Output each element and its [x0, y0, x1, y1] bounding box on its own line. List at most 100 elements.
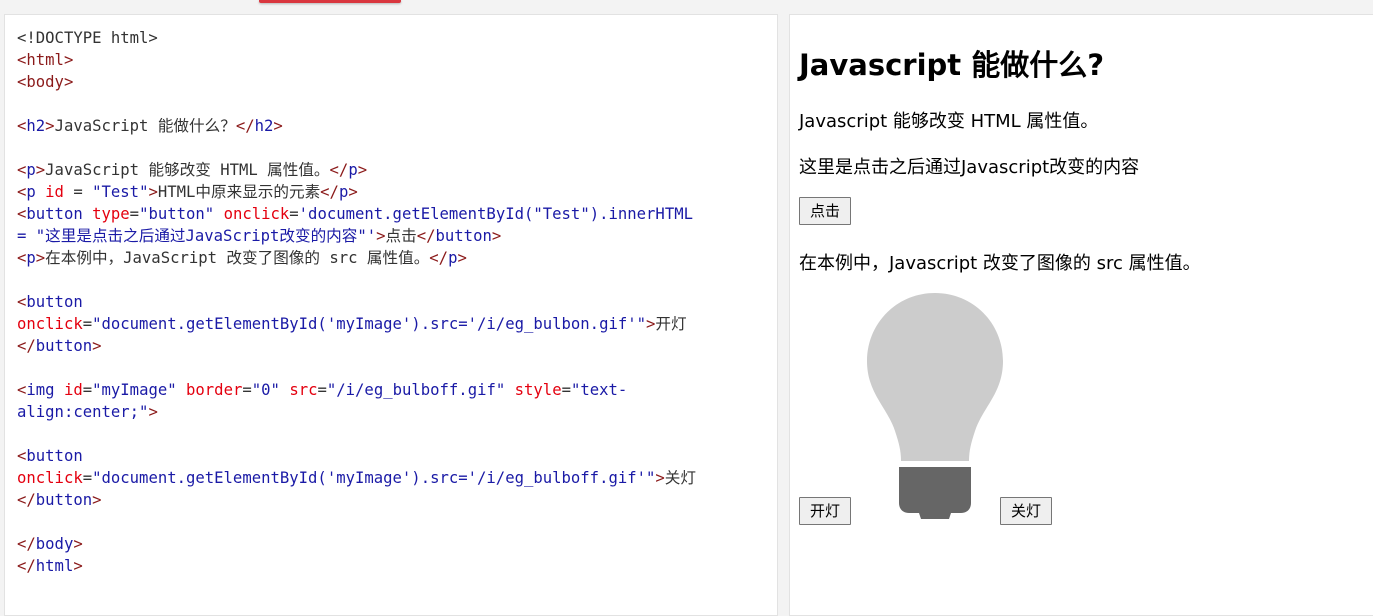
code-token: "0": [251, 381, 290, 399]
result-paragraph-example: 在本例中，Javascript 改变了图像的 src 属性值。: [799, 253, 1201, 274]
code-token: "button": [139, 205, 224, 223]
result-paragraph-attributes: Javascript 能够改变 HTML 属性值。: [799, 111, 1099, 132]
code-token: p: [26, 249, 36, 267]
code-line[interactable]: <img id="myImage" border="0" src="/i/eg_…: [17, 379, 696, 401]
code-token: p: [348, 161, 358, 179]
code-line[interactable]: [17, 511, 696, 533]
click-button[interactable]: 点击: [799, 197, 851, 225]
code-token: <: [17, 249, 27, 267]
code-line[interactable]: </button>: [17, 489, 696, 511]
code-token: </: [329, 161, 349, 179]
code-token: =: [82, 315, 93, 333]
code-token: id: [63, 381, 83, 399]
code-token: 在本例中，JavaScript 改变了图像的 src 属性值。: [45, 249, 430, 267]
code-token: h2: [26, 117, 46, 135]
code-line[interactable]: </body>: [17, 533, 696, 555]
code-token: onclick: [17, 315, 83, 333]
code-token: "document.getElementById('myImage').src=…: [92, 469, 656, 487]
code-line[interactable]: </button>: [17, 335, 696, 357]
code-token: <: [17, 117, 27, 135]
code-token: </: [17, 491, 36, 509]
code-token: 点击: [385, 227, 417, 245]
run-button-indicator[interactable]: [259, 0, 401, 3]
code-token: <: [17, 51, 27, 69]
code-line[interactable]: <p>在本例中，JavaScript 改变了图像的 src 属性值。</p>: [17, 247, 696, 269]
code-line[interactable]: [17, 423, 696, 445]
code-token: >: [35, 249, 46, 267]
code-line[interactable]: <html>: [17, 49, 696, 71]
code-line[interactable]: <p id = "Test">HTML中原来显示的元素</p>: [17, 181, 696, 203]
code-token: >: [92, 491, 102, 509]
code-token: "text-: [570, 381, 628, 399]
code-token: <: [17, 447, 27, 465]
lightbulb-image: [867, 293, 1003, 519]
code-line[interactable]: onclick="document.getElementById('myImag…: [17, 467, 696, 489]
code-token: >: [646, 315, 656, 333]
top-toolbar: [0, 0, 1373, 13]
code-token: id: [45, 183, 64, 201]
code-token: html: [26, 51, 64, 69]
code-line[interactable]: [17, 93, 696, 115]
code-line[interactable]: <p>JavaScript 能够改变 HTML 属性值。</p>: [17, 159, 696, 181]
code-line[interactable]: <button: [17, 445, 696, 467]
code-token: button: [26, 447, 83, 465]
code-token: "myImage": [92, 381, 187, 399]
code-token: >: [655, 469, 665, 487]
code-line[interactable]: [17, 269, 696, 291]
code-token: </: [17, 337, 36, 355]
code-token: body: [35, 535, 74, 553]
code-token: <: [17, 161, 27, 179]
code-token: >: [357, 161, 368, 179]
code-token: <: [17, 381, 27, 399]
code-line[interactable]: align:center;">: [17, 401, 696, 423]
code-token: img: [26, 381, 64, 399]
code-line[interactable]: [17, 357, 696, 379]
code-token: onclick: [223, 205, 290, 223]
code-line[interactable]: <h2>JavaScript 能做什么？</h2>: [17, 115, 696, 137]
light-off-button[interactable]: 关灯: [1000, 497, 1052, 525]
code-token: >: [376, 227, 386, 245]
code-token: =: [242, 381, 252, 399]
code-token: =: [129, 205, 140, 223]
code-token: JavaScript 能够改变 HTML 属性值。: [45, 161, 330, 179]
code-token: p: [338, 183, 349, 201]
code-editor-panel[interactable]: <!DOCTYPE html> <html> <body> <h2>JavaScrip…: [4, 14, 778, 616]
code-token: HTML中原来显示的元素: [157, 183, 321, 201]
code-line[interactable]: <!DOCTYPE html>: [17, 27, 696, 49]
code-line[interactable]: onclick="document.getElementById('myImag…: [17, 313, 696, 335]
code-token: <: [17, 183, 27, 201]
code-token: <: [17, 205, 27, 223]
code-token: </: [429, 249, 449, 267]
code-line[interactable]: </html>: [17, 555, 696, 577]
code-token: = "这里是点击之后通过JavaScript改变的内容"': [17, 227, 377, 245]
code-token: 开灯: [655, 315, 687, 333]
code-token: >: [348, 183, 358, 201]
code-token: </: [17, 535, 36, 553]
code-token: =: [317, 381, 327, 399]
code-token: </: [416, 227, 436, 245]
code-token: =: [82, 381, 93, 399]
code-token: <: [17, 293, 27, 311]
code-token: src: [289, 381, 318, 399]
code-token: "/i/eg_bulboff.gif": [326, 381, 515, 399]
code-token: button: [35, 491, 93, 509]
code-token: >: [148, 403, 158, 421]
result-paragraph-test: 这里是点击之后通过Javascript改变的内容: [799, 157, 1140, 178]
code-token: 'document.getElementById("Test").innerHT…: [298, 205, 693, 223]
code-token: style: [514, 381, 562, 399]
bulb-base: [899, 467, 971, 519]
code-line[interactable]: <button: [17, 291, 696, 313]
code-line[interactable]: <body>: [17, 71, 696, 93]
light-on-button[interactable]: 开灯: [799, 497, 851, 525]
code-token: onclick: [17, 469, 83, 487]
code-line[interactable]: = "这里是点击之后通过JavaScript改变的内容"'>点击</button…: [17, 225, 696, 247]
code-line[interactable]: [17, 137, 696, 159]
code-editor[interactable]: <!DOCTYPE html> <html> <body> <h2>JavaScrip…: [17, 27, 696, 577]
code-token: border: [186, 381, 243, 399]
code-line[interactable]: <button type="button" onclick='document.…: [17, 203, 696, 225]
code-token: align:center;": [17, 403, 149, 421]
code-token: </: [320, 183, 339, 201]
code-token: >: [491, 227, 502, 245]
code-token: >: [35, 161, 46, 179]
bulb-glass: [867, 293, 1003, 461]
